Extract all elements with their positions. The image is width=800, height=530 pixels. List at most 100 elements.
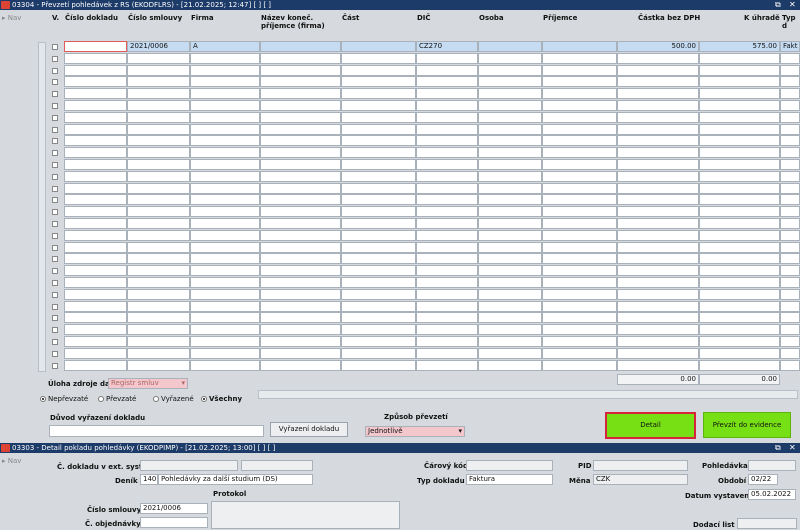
table-cell[interactable] (64, 347, 127, 359)
table-cell[interactable] (260, 229, 341, 241)
table-cell[interactable] (478, 100, 542, 111)
table-cell[interactable] (780, 265, 800, 277)
cell-nazev[interactable] (260, 41, 341, 52)
table-cell[interactable] (341, 52, 416, 64)
table-cell[interactable] (478, 312, 542, 324)
table-cell[interactable] (190, 170, 260, 182)
table-cell[interactable] (190, 288, 260, 300)
table-cell[interactable] (542, 100, 617, 111)
table-cell[interactable] (341, 194, 416, 206)
table-cell[interactable] (478, 64, 542, 76)
cell-cislo-smlouvy[interactable]: 2021/0006 (127, 41, 190, 52)
radio-prevzate[interactable] (98, 396, 104, 402)
table-cell[interactable] (416, 194, 478, 206)
row-checkbox[interactable] (52, 350, 58, 357)
restore-icon[interactable]: ⧉ (775, 0, 781, 10)
table-cell[interactable] (478, 88, 542, 100)
table-cell[interactable] (190, 64, 260, 76)
table-cell[interactable] (341, 159, 416, 170)
table-cell[interactable] (542, 64, 617, 76)
cell-castka[interactable]: 500.00 (617, 41, 699, 52)
table-cell[interactable] (64, 111, 127, 123)
table-cell[interactable] (542, 135, 617, 147)
table-cell[interactable] (699, 194, 780, 206)
table-cell[interactable] (780, 277, 800, 288)
table-cell[interactable] (699, 312, 780, 324)
table-cell[interactable] (64, 182, 127, 194)
row-checkbox[interactable] (52, 91, 58, 98)
table-cell[interactable] (190, 194, 260, 206)
row-checkbox[interactable] (52, 55, 58, 62)
table-cell[interactable] (64, 100, 127, 111)
table-cell[interactable] (542, 312, 617, 324)
row-checkbox[interactable] (52, 256, 58, 263)
table-cell[interactable] (341, 277, 416, 288)
table-cell[interactable] (341, 336, 416, 347)
table-cell[interactable] (478, 241, 542, 253)
row-checkbox[interactable] (52, 114, 58, 121)
table-cell[interactable] (478, 336, 542, 347)
pid-input[interactable] (593, 460, 688, 471)
radio-vsechny[interactable] (201, 396, 207, 402)
table-cell[interactable] (542, 277, 617, 288)
table-cell[interactable] (64, 336, 127, 347)
carovy-input[interactable] (466, 460, 553, 471)
table-cell[interactable] (341, 170, 416, 182)
table-cell[interactable] (699, 324, 780, 336)
table-cell[interactable] (260, 288, 341, 300)
table-cell[interactable] (542, 336, 617, 347)
table-cell[interactable] (64, 64, 127, 76)
table-cell[interactable] (64, 300, 127, 312)
pohledavka-input[interactable] (748, 460, 796, 471)
table-cell[interactable] (699, 229, 780, 241)
datum-input[interactable]: 05.02.2022 (748, 489, 796, 500)
table-cell[interactable] (617, 52, 699, 64)
table-cell[interactable] (617, 277, 699, 288)
table-cell[interactable] (780, 123, 800, 135)
table-cell[interactable] (478, 347, 542, 359)
table-cell[interactable] (64, 265, 127, 277)
table-cell[interactable] (699, 336, 780, 347)
table-cell[interactable] (478, 265, 542, 277)
row-checkbox[interactable] (52, 244, 58, 251)
table-cell[interactable] (542, 88, 617, 100)
table-cell[interactable] (542, 253, 617, 265)
table-cell[interactable] (416, 111, 478, 123)
table-cell[interactable] (341, 64, 416, 76)
table-cell[interactable] (64, 76, 127, 88)
table-cell[interactable] (617, 76, 699, 88)
table-cell[interactable] (127, 336, 190, 347)
table-cell[interactable] (699, 288, 780, 300)
table-cell[interactable] (127, 312, 190, 324)
table-cell[interactable] (341, 182, 416, 194)
table-cell[interactable] (542, 111, 617, 123)
table-cell[interactable] (260, 241, 341, 253)
table-cell[interactable] (416, 253, 478, 265)
table-cell[interactable] (64, 324, 127, 336)
table-cell[interactable] (780, 76, 800, 88)
table-cell[interactable] (260, 170, 341, 182)
table-cell[interactable] (780, 347, 800, 359)
table-cell[interactable] (478, 159, 542, 170)
table-cell[interactable] (542, 123, 617, 135)
row-checkbox[interactable] (52, 291, 58, 298)
table-cell[interactable] (478, 359, 542, 371)
row-checkbox[interactable] (52, 138, 58, 145)
table-cell[interactable] (542, 265, 617, 277)
table-cell[interactable] (190, 312, 260, 324)
table-cell[interactable] (617, 64, 699, 76)
cell-cislo-dokladu[interactable] (64, 41, 127, 52)
table-cell[interactable] (64, 88, 127, 100)
row-checkbox[interactable] (52, 303, 58, 310)
table-cell[interactable] (64, 312, 127, 324)
row-checkbox[interactable] (52, 197, 58, 204)
table-cell[interactable] (190, 147, 260, 159)
table-cell[interactable] (699, 159, 780, 170)
table-cell[interactable] (127, 147, 190, 159)
nav-label[interactable]: ▸ Nav (0, 14, 32, 22)
table-cell[interactable] (260, 359, 341, 371)
table-cell[interactable] (64, 277, 127, 288)
table-cell[interactable] (780, 100, 800, 111)
table-cell[interactable] (617, 359, 699, 371)
mena-input[interactable]: CZK (593, 474, 688, 485)
